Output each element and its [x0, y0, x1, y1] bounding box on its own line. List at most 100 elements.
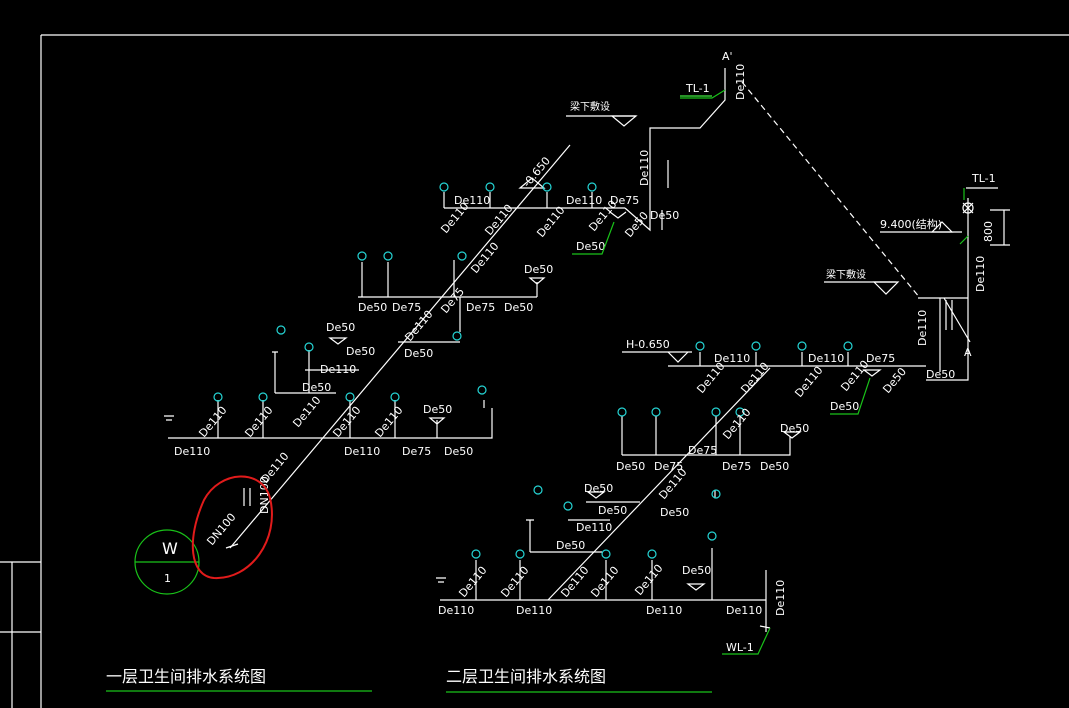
pipe-size-label: De110 — [974, 256, 987, 292]
fixture-icon — [542, 182, 552, 192]
riser-tag: WL-1 — [726, 641, 754, 654]
pipe-size-label: De110 — [534, 204, 567, 240]
pipe-size-label: De50 — [598, 504, 627, 517]
pipe-size-label: De50 — [423, 403, 452, 416]
riser-tag: TL-1 — [971, 172, 996, 185]
pipe-size-label: De50 — [404, 347, 433, 360]
fixture-icon — [707, 531, 717, 541]
pipe-size-label: De110 — [344, 445, 380, 458]
pipe-size-label: De50 — [504, 301, 533, 314]
pipe-size-label: De50 — [444, 445, 473, 458]
pipe-size-label: De110 — [792, 364, 825, 400]
pipe-size-label: De50 — [358, 301, 387, 314]
pipe-size-label: De110 — [646, 604, 682, 617]
pipe-size-label: De110 — [694, 360, 727, 396]
pipe-size-label: De110 — [638, 150, 651, 186]
pipe-size-label: De110 — [720, 406, 753, 442]
pipe-size-label: De50 — [682, 564, 711, 577]
beam-note: 梁下敷设 — [570, 100, 610, 113]
fixture-icon — [563, 501, 573, 511]
fixture-icon — [258, 392, 268, 402]
pipe-size-label: De50 — [780, 422, 809, 435]
drawing-titles: 一层卫生间排水系统图 二层卫生间排水系统图 — [106, 667, 712, 693]
pipe-size-label: De110 — [808, 352, 844, 365]
pipe-size-label: De110 — [558, 564, 591, 600]
pipe-size-label: De75 — [402, 445, 431, 458]
pipe-size-label: De110 — [516, 604, 552, 617]
pipe-size-label: De110 — [320, 363, 356, 376]
pipe-size-label: De110 — [726, 604, 762, 617]
pipe-size-label: De110 — [916, 310, 929, 346]
floor1-system — [164, 68, 921, 549]
pipe-size-label: De110 — [774, 580, 787, 616]
pipe-size-label: DN100 — [204, 511, 238, 548]
pipe-size-label: De110 — [566, 194, 602, 207]
fixture-icon — [695, 341, 705, 351]
floor1-fixtures — [213, 182, 597, 402]
fixture-icon — [213, 392, 223, 402]
fixture-icon — [304, 342, 314, 352]
riser-tag: TL-1 — [685, 82, 710, 95]
pipe-size-label: De50 — [760, 460, 789, 473]
fixture-icon — [601, 549, 611, 559]
pipe-size-label: De110 — [242, 404, 275, 440]
fixture-icon — [345, 392, 355, 402]
elevation-label: 9.400(结构) — [880, 217, 942, 231]
pipe-size-label: De75 — [466, 301, 495, 314]
pipe-size-label: De75 — [392, 301, 421, 314]
pipe-size-label: De50 — [880, 365, 909, 396]
fixture-icon — [439, 182, 449, 192]
pipe-size-label: De110 — [738, 360, 771, 396]
dimension-label: 800 — [982, 221, 995, 242]
pipe-size-label: De110 — [588, 564, 621, 600]
pipe-size-label: De50 — [616, 460, 645, 473]
pipe-size-label: De110 — [372, 404, 405, 440]
pipe-size-label: De110 — [174, 445, 210, 458]
bubble-letter: W — [162, 539, 178, 558]
pipe-size-label: De110 — [290, 394, 323, 430]
pipe-size-label: De110 — [576, 521, 612, 534]
fixture-icon — [533, 485, 543, 495]
pipe-size-label: De50 — [524, 263, 553, 276]
pipe-size-label: De50 — [830, 400, 859, 413]
floor2-fixtures — [471, 341, 853, 559]
fixture-icon — [647, 549, 657, 559]
fixture-icon — [587, 182, 597, 192]
pipe-size-label: De75 — [688, 444, 717, 457]
pipe-size-label: De50 — [576, 240, 605, 253]
fixture-icon — [383, 251, 393, 261]
pipe-size-label: De75 — [866, 352, 895, 365]
leader-lines — [572, 89, 969, 655]
pipe-size-label: De110 — [438, 604, 474, 617]
floor2-labels: H-0.650 De110 De110 De75 De50 De50 De50 … — [438, 338, 955, 654]
drawing-reference-bubble: W 1 — [134, 529, 200, 595]
pipe-size-label: De75 — [722, 460, 751, 473]
fixture-icon — [843, 341, 853, 351]
fixture-icon — [711, 489, 721, 499]
pipe-size-label: De50 — [302, 381, 331, 394]
bubble-number: 1 — [164, 572, 171, 585]
fixture-icon — [485, 182, 495, 192]
floor1-labels: De110 De110 De75 De50 De50 De50 De110 De… — [174, 50, 747, 548]
floor1-title: 一层卫生间排水系统图 — [106, 667, 266, 686]
fixture-icon — [617, 407, 627, 417]
drainage-drawing: De110 De110 De75 De50 De50 De50 De110 De… — [0, 34, 1069, 708]
pipe-size-label: De50 — [556, 539, 585, 552]
fixture-icon — [651, 407, 661, 417]
right-riser: TL-1 9.400(结构) 800 De110 De110 梁下敷设 A — [824, 172, 1010, 381]
fixture-icon — [457, 251, 467, 261]
pipe-size-label: De110 — [498, 564, 531, 600]
floor2-title: 二层卫生间排水系统图 — [446, 667, 606, 686]
fixture-icon — [515, 549, 525, 559]
pipe-size-label: De50 — [660, 506, 689, 519]
pipe-size-label: De110 — [196, 404, 229, 440]
pipe-size-label: De110 — [632, 562, 665, 598]
pipe-size-label: De110 — [734, 64, 747, 100]
section-mark: A — [964, 346, 972, 359]
pipe-size-label: De110 — [482, 202, 515, 238]
fixture-icon — [452, 331, 462, 341]
pipe-size-label: De75 — [438, 285, 467, 316]
elevation-label: H-0.650 — [626, 338, 670, 351]
section-mark: A' — [722, 50, 733, 63]
pipe-size-label: De50 — [622, 209, 651, 240]
